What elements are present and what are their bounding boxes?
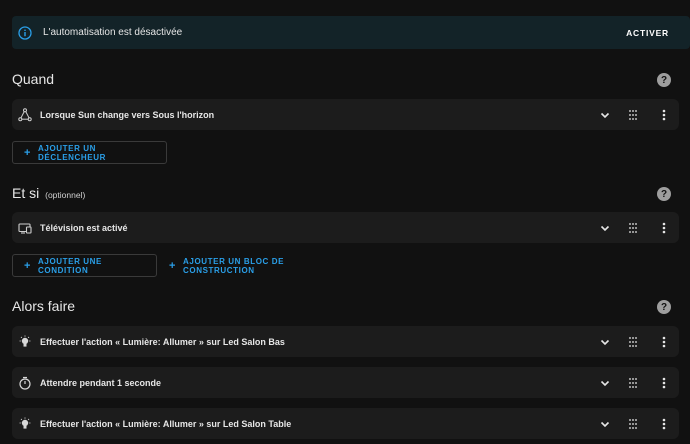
more-options-icon[interactable]	[657, 335, 671, 349]
more-options-icon[interactable]	[657, 221, 671, 235]
help-icon[interactable]: ?	[657, 300, 671, 314]
help-icon[interactable]: ?	[657, 187, 671, 201]
add-building-block-label: AJOUTER UN BLOC DE CONSTRUCTION	[183, 256, 285, 275]
chevron-down-icon[interactable]	[598, 376, 612, 390]
timer-icon	[18, 376, 32, 390]
more-options-icon[interactable]	[657, 108, 671, 122]
plus-icon: +	[24, 146, 32, 159]
plus-icon: +	[24, 259, 32, 272]
lightbulb-icon	[18, 417, 32, 431]
action-label: Effectuer l'action « Lumière: Allumer » …	[40, 418, 292, 429]
enable-button[interactable]: ACTIVER	[626, 28, 669, 38]
section-title-when: Quand	[12, 71, 55, 87]
and-if-subtitle: (optionnel)	[45, 190, 86, 200]
lightbulb-icon	[18, 335, 32, 349]
add-trigger-button[interactable]: + AJOUTER UN DÉCLENCHEUR	[12, 141, 167, 164]
section-title-and-if: Et si (optionnel)	[12, 185, 85, 201]
more-options-icon[interactable]	[657, 376, 671, 390]
chevron-down-icon[interactable]	[598, 417, 612, 431]
add-condition-label: AJOUTER UNE CONDITION	[38, 256, 102, 275]
drag-handle-icon[interactable]	[626, 376, 640, 390]
banner-message: L'automatisation est désactivée	[43, 27, 183, 38]
condition-row[interactable]: Télévision est activé	[12, 212, 679, 243]
add-trigger-label: AJOUTER UN DÉCLENCHEUR	[38, 143, 106, 162]
section-title-then-do: Alors faire	[12, 298, 76, 314]
drag-handle-icon[interactable]	[626, 417, 640, 431]
help-icon[interactable]: ?	[657, 73, 671, 87]
chevron-down-icon[interactable]	[598, 221, 612, 235]
info-icon	[18, 25, 32, 40]
and-if-title: Et si	[12, 185, 40, 201]
action-row[interactable]: Attendre pendant 1 seconde	[12, 367, 679, 398]
drag-handle-icon[interactable]	[626, 335, 640, 349]
action-row[interactable]: Effectuer l'action « Lumière: Allumer » …	[12, 408, 679, 439]
chevron-down-icon[interactable]	[598, 108, 612, 122]
add-condition-button[interactable]: + AJOUTER UNE CONDITION	[12, 254, 157, 277]
add-building-block-button[interactable]: + AJOUTER UN BLOC DE CONSTRUCTION	[158, 254, 358, 277]
condition-label: Télévision est activé	[40, 222, 128, 233]
action-label: Effectuer l'action « Lumière: Allumer » …	[40, 336, 285, 347]
more-options-icon[interactable]	[657, 417, 671, 431]
trigger-row[interactable]: Lorsque Sun change vers Sous l'horizon	[12, 99, 679, 130]
disabled-banner: L'automatisation est désactivée ACTIVER	[12, 16, 690, 49]
plus-icon: +	[169, 259, 177, 272]
action-label: Attendre pendant 1 seconde	[40, 377, 162, 388]
chevron-down-icon[interactable]	[598, 335, 612, 349]
action-row[interactable]: Effectuer l'action « Lumière: Allumer » …	[12, 326, 679, 357]
trigger-label: Lorsque Sun change vers Sous l'horizon	[40, 109, 215, 120]
drag-handle-icon[interactable]	[626, 108, 640, 122]
triangle-nodes-icon	[18, 107, 32, 122]
devices-icon	[18, 221, 32, 235]
drag-handle-icon[interactable]	[626, 221, 640, 235]
